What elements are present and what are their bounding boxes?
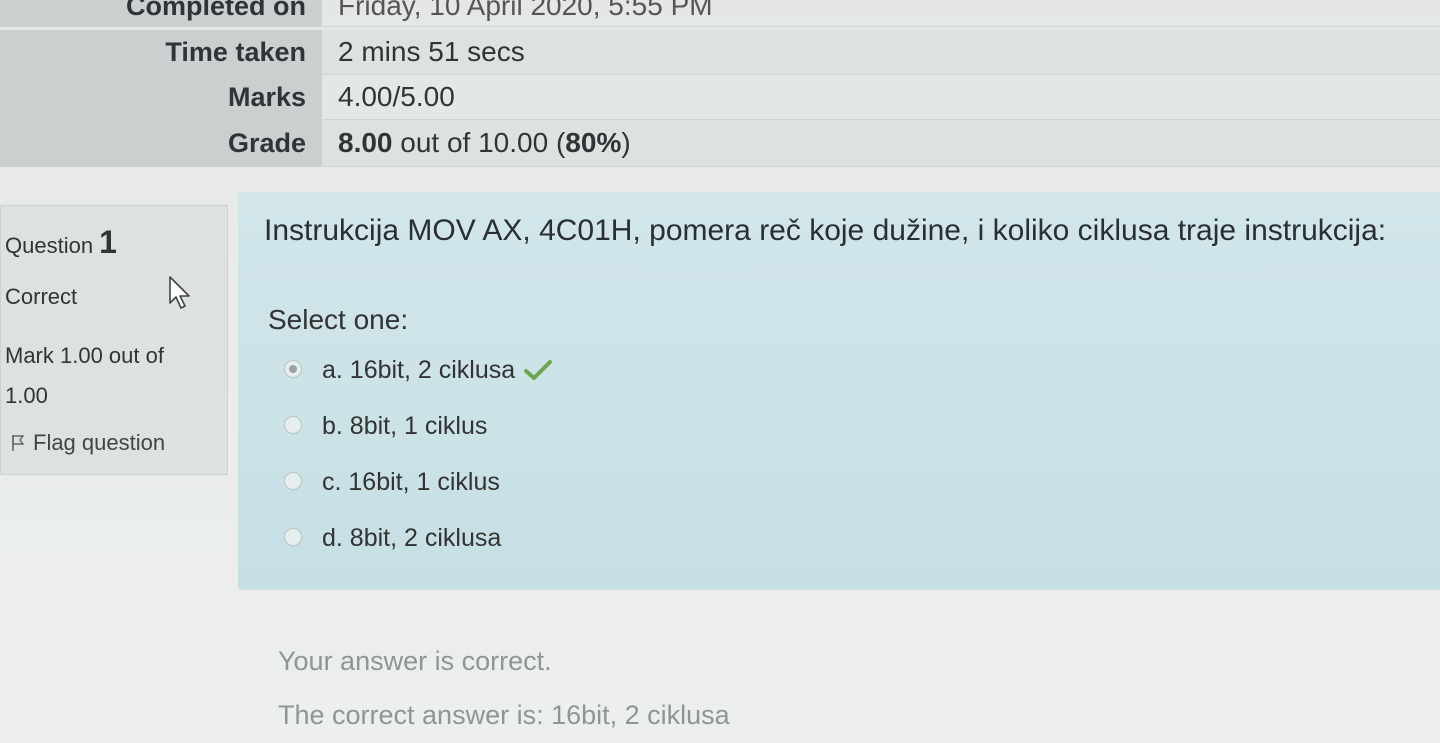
question-label: Question [5, 233, 94, 258]
answer-option-c[interactable]: c. 16bit, 1 ciklus [238, 462, 838, 502]
answer-radio-c[interactable] [284, 472, 302, 490]
time-taken-label: Time taken [0, 30, 322, 74]
question-content-panel: Instrukcija MOV AX, 4C01H, pomera reč ko… [238, 192, 1440, 590]
flag-question-link[interactable]: Flag question [11, 430, 165, 456]
grade-label: Grade [0, 120, 322, 166]
answer-label-a: a. 16bit, 2 ciklusa [322, 350, 553, 390]
answer-text-a: a. 16bit, 2 ciklusa [322, 356, 516, 384]
grade-close: ) [621, 127, 631, 158]
completed-on-value: Friday, 10 April 2020, 5:55 PM [338, 0, 713, 21]
question-info-panel: Question 1 Correct Mark 1.00 out of 1.00 … [0, 205, 228, 475]
grade-percent: 80% [565, 127, 622, 158]
completed-on-label: Completed on [0, 0, 322, 26]
answer-radio-a[interactable] [284, 360, 302, 378]
time-taken-value: 2 mins 51 secs [338, 36, 525, 67]
marks-label: Marks [0, 75, 322, 119]
quiz-review-page: Completed on Friday, 10 April 2020, 5:55… [0, 0, 1440, 743]
question-number-value: 1 [99, 224, 117, 260]
question-number: Question 1 [5, 224, 117, 261]
marks-value: 4.00/5.00 [338, 81, 455, 112]
grade-score: 8.00 [338, 127, 393, 158]
summary-row-completed: Completed on Friday, 10 April 2020, 5:55… [0, 0, 1440, 27]
answer-feedback: Your answer is correct. [278, 646, 552, 676]
answer-radio-d[interactable] [284, 528, 302, 546]
grade-out-of: out of 10.00 ( [392, 127, 566, 158]
mouse-cursor-icon [169, 276, 190, 309]
correct-answer-feedback: The correct answer is: 16bit, 2 ciklusa [278, 700, 730, 730]
select-one-prompt: Select one: [268, 304, 409, 335]
grade-value: 8.00 out of 10.00 (80%) [322, 120, 1440, 166]
answer-label-c: c. 16bit, 1 ciklus [322, 468, 500, 496]
flag-question-label: Flag question [33, 430, 166, 455]
answer-option-b[interactable]: b. 8bit, 1 ciklus [238, 406, 838, 446]
answer-option-a[interactable]: a. 16bit, 2 ciklusa [238, 350, 838, 390]
flag-icon [12, 435, 25, 451]
answer-option-d[interactable]: d. 8bit, 2 ciklusa [238, 518, 838, 558]
summary-row-time: Time taken 2 mins 51 secs [0, 30, 1440, 75]
answer-label-d: d. 8bit, 2 ciklusa [322, 524, 502, 552]
check-icon [524, 360, 553, 380]
question-text: Instrukcija MOV AX, 4C01H, pomera reč ko… [264, 214, 1387, 247]
question-mark: Mark 1.00 out of 1.00 [5, 343, 164, 408]
answer-label-b: b. 8bit, 1 ciklus [322, 412, 488, 440]
summary-row-marks: Marks 4.00/5.00 [0, 75, 1440, 120]
answer-radio-b[interactable] [284, 416, 302, 434]
question-state: Correct [5, 284, 78, 309]
summary-row-grade: Grade 8.00 out of 10.00 (80%) [0, 120, 1440, 167]
